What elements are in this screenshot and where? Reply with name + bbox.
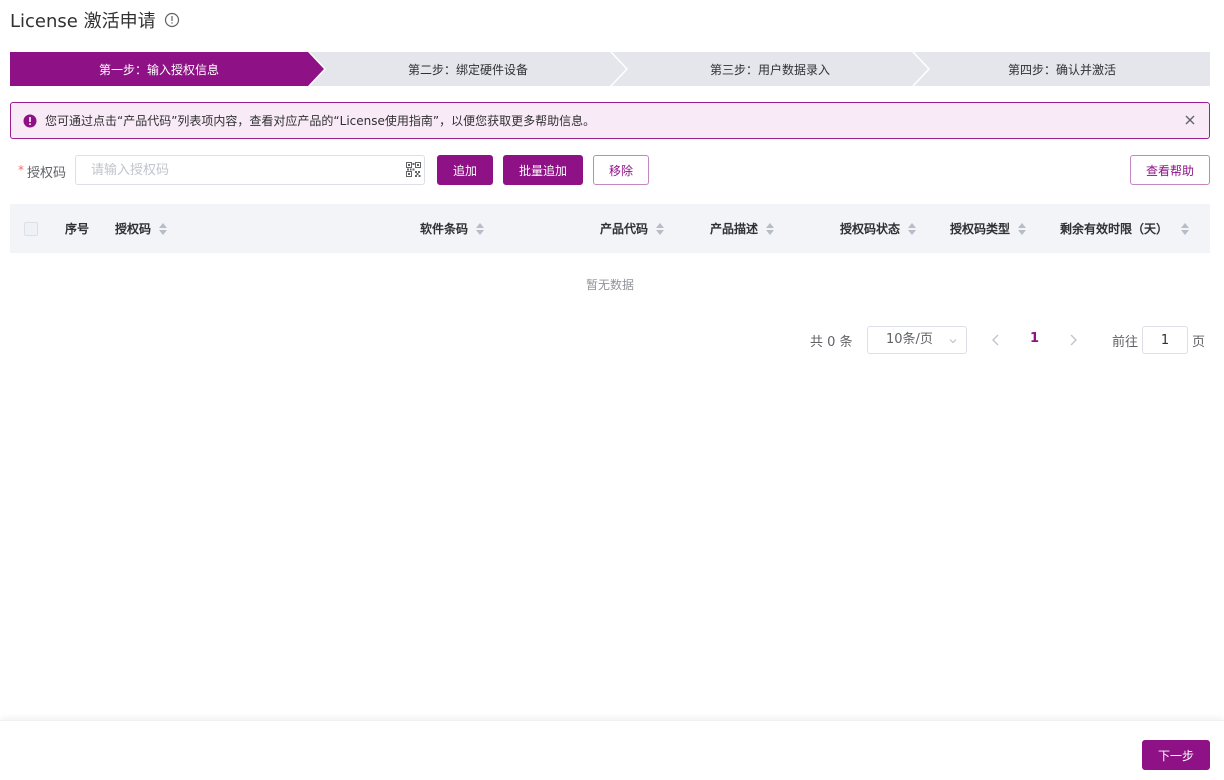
step-2-label: 第二步：绑定硬件设备 bbox=[407, 62, 528, 77]
step-4-label: 第四步：确认并激活 bbox=[1007, 62, 1116, 77]
column-header-label: 产品描述 bbox=[710, 222, 759, 236]
required-mark: * bbox=[18, 163, 24, 177]
step-4[interactable]: 第四步：确认并激活 bbox=[914, 52, 1210, 86]
batch-add-button[interactable]: 批量追加 bbox=[503, 155, 583, 185]
table-header: 序号 授权码 软件条码 产品代码 产品描述 授权码状态 授权码类型 剩余有效时限… bbox=[10, 204, 1210, 253]
goto-label: 前往 bbox=[1112, 335, 1139, 350]
sort-icon[interactable] bbox=[1180, 222, 1190, 236]
auth-code-label: 授权码 bbox=[27, 166, 67, 181]
page-size-value: 10条/页 bbox=[886, 332, 933, 347]
qrcode-icon[interactable] bbox=[406, 162, 421, 177]
column-header-label: 产品代码 bbox=[600, 222, 649, 236]
close-icon[interactable] bbox=[1183, 113, 1197, 127]
column-header-auth-code[interactable]: 授权码 bbox=[115, 220, 168, 237]
auth-code-table: 序号 授权码 软件条码 产品代码 产品描述 授权码状态 授权码类型 剩余有效时限… bbox=[10, 204, 1210, 315]
goto-page-input[interactable] bbox=[1142, 326, 1188, 354]
auth-code-form: * 授权码 追加 批量追加 移除 查看帮助 bbox=[10, 155, 1210, 185]
column-header-label: 软件条码 bbox=[420, 222, 469, 236]
step-3-label: 第三步：用户数据录入 bbox=[709, 62, 830, 77]
column-header-label: 剩余有效时限（天） bbox=[1060, 222, 1169, 236]
footer-bar: 下一步 bbox=[0, 720, 1224, 780]
step-2[interactable]: 第二步：绑定硬件设备 bbox=[310, 52, 626, 86]
help-button[interactable]: 查看帮助 bbox=[1130, 155, 1210, 185]
exclamation-circle-icon bbox=[23, 114, 37, 127]
sort-icon[interactable] bbox=[475, 222, 485, 236]
table-empty-text: 暂无数据 bbox=[585, 277, 634, 292]
steps-bar: 第一步：输入授权信息 第二步：绑定硬件设备 第三步：用户数据录入 第四步：确认并… bbox=[10, 52, 1210, 86]
sort-icon[interactable] bbox=[765, 222, 775, 236]
column-header-code-type[interactable]: 授权码类型 bbox=[950, 220, 1027, 237]
column-header-software-barcode[interactable]: 软件条码 bbox=[420, 220, 485, 237]
column-header-label: 序号 bbox=[65, 222, 90, 236]
sort-icon[interactable] bbox=[907, 222, 917, 236]
next-step-button[interactable]: 下一步 bbox=[1142, 740, 1210, 770]
auth-code-input[interactable] bbox=[75, 155, 425, 185]
column-header-remaining-days[interactable]: 剩余有效时限（天） bbox=[1060, 220, 1190, 237]
pagination: 共 0 条 10条/页 1 前往 页 bbox=[0, 326, 1224, 354]
column-header-product-desc[interactable]: 产品描述 bbox=[710, 220, 775, 237]
alert-text: 您可通过点击“产品代码”列表项内容，查看对应产品的“License使用指南”，以… bbox=[45, 114, 596, 128]
chevron-down-icon bbox=[949, 339, 957, 344]
page-suffix-label: 页 bbox=[1192, 335, 1206, 350]
info-alert: 您可通过点击“产品代码”列表项内容，查看对应产品的“License使用指南”，以… bbox=[10, 102, 1210, 139]
step-1-label: 第一步：输入授权信息 bbox=[98, 62, 219, 77]
sort-icon[interactable] bbox=[655, 222, 665, 236]
info-circle-icon[interactable] bbox=[164, 12, 180, 28]
step-1[interactable]: 第一步：输入授权信息 bbox=[10, 52, 324, 86]
pagination-total: 共 0 条 bbox=[810, 335, 853, 350]
page-size-select[interactable]: 10条/页 bbox=[867, 326, 967, 354]
column-header-product-code[interactable]: 产品代码 bbox=[600, 220, 665, 237]
column-header-code-status[interactable]: 授权码状态 bbox=[840, 220, 917, 237]
column-header-label: 授权码类型 bbox=[950, 222, 1011, 236]
title-row: License 激活申请 bbox=[10, 8, 180, 32]
sort-icon[interactable] bbox=[158, 222, 168, 236]
remove-button[interactable]: 移除 bbox=[593, 155, 649, 185]
add-button[interactable]: 追加 bbox=[437, 155, 493, 185]
select-all-checkbox[interactable] bbox=[24, 222, 38, 236]
column-header-label: 授权码状态 bbox=[840, 222, 901, 236]
page-number-current[interactable]: 1 bbox=[1030, 331, 1039, 346]
chevron-left-icon[interactable] bbox=[990, 333, 1002, 347]
page-title: License 激活申请 bbox=[10, 11, 156, 32]
sort-icon[interactable] bbox=[1017, 222, 1027, 236]
column-header-index: 序号 bbox=[65, 220, 89, 237]
step-3[interactable]: 第三步：用户数据录入 bbox=[612, 52, 928, 86]
chevron-right-icon[interactable] bbox=[1067, 333, 1079, 347]
column-header-label: 授权码 bbox=[115, 222, 152, 236]
